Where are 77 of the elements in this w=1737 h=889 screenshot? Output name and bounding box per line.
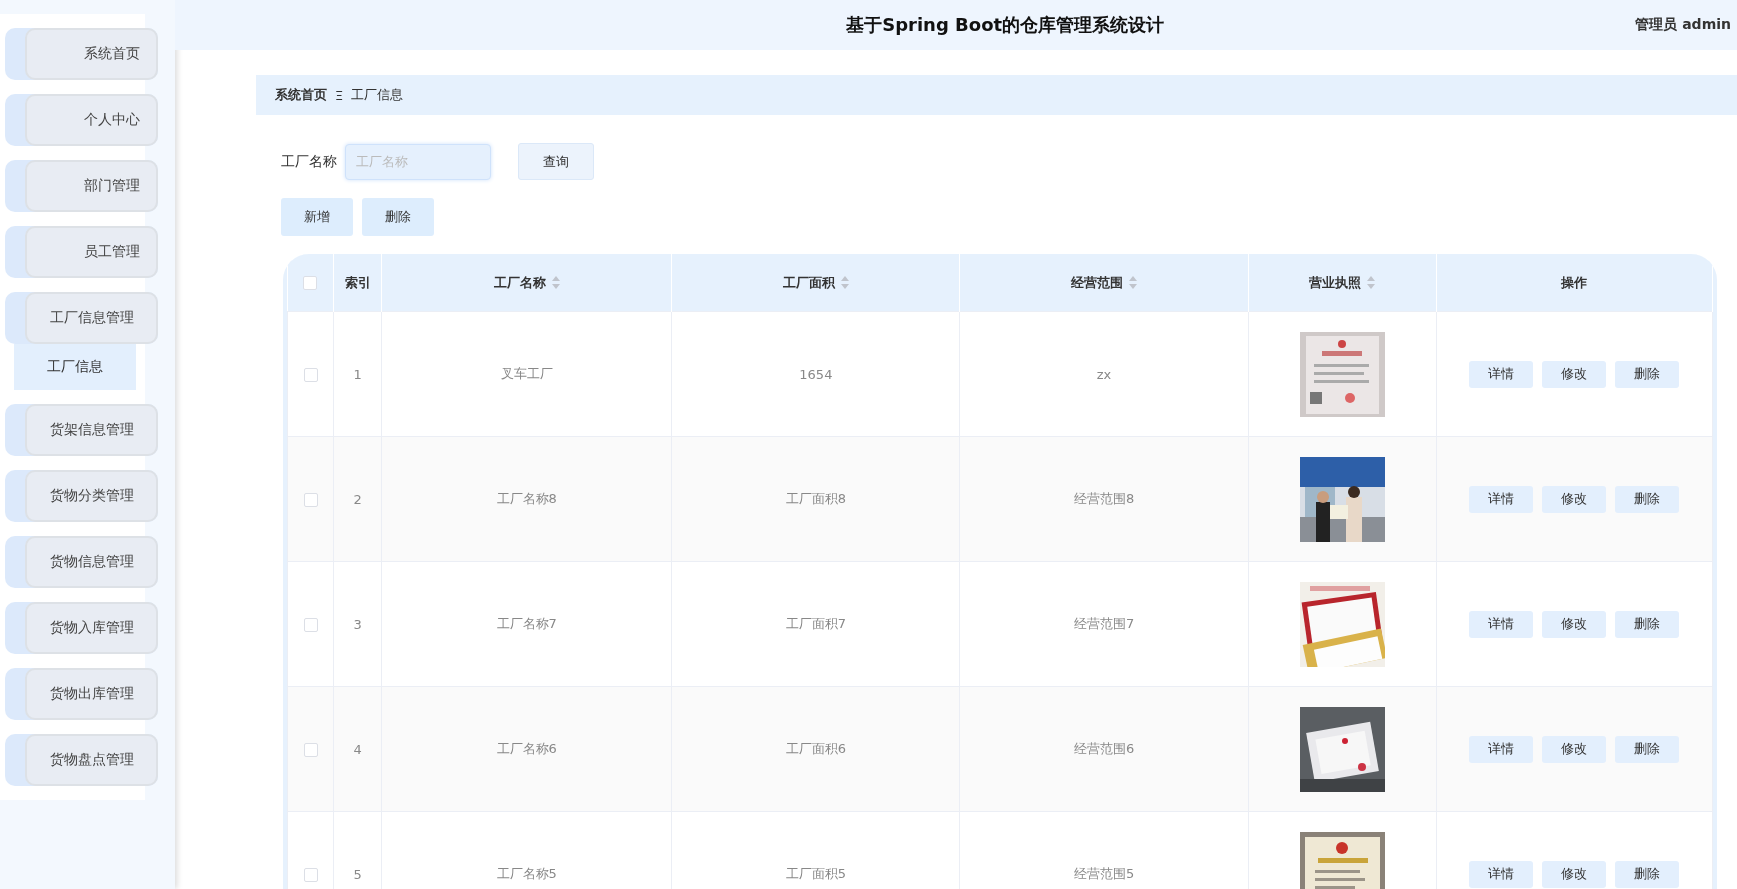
action-button[interactable]: 删除 — [1615, 485, 1680, 513]
column-header: 工厂面积 — [782, 273, 835, 292]
action-button[interactable]: 详情 — [1469, 360, 1534, 388]
column-header-cell[interactable]: 营业执照 — [1248, 254, 1437, 312]
sidebar-item[interactable]: 货物盘点管理 — [5, 734, 158, 786]
search-label: 工厂名称 — [281, 152, 337, 171]
table-cell: 叉车工厂 — [500, 366, 553, 381]
toolbar-button[interactable]: 删除 — [362, 198, 434, 236]
table-cell: 经营范围5 — [1073, 866, 1135, 881]
table-cell: 工厂面积7 — [785, 616, 846, 631]
table-cell: 1 — [353, 366, 362, 382]
action-button[interactable]: 修改 — [1542, 360, 1607, 388]
column-header: 索引 — [344, 273, 371, 292]
sidebar-item[interactable]: 工厂信息管理 — [5, 292, 158, 344]
action-button[interactable]: 详情 — [1469, 485, 1534, 513]
breadcrumb-separator: Ξ — [335, 87, 344, 103]
table-cell: 工厂面积5 — [785, 866, 846, 881]
checkbox[interactable] — [303, 367, 318, 382]
table-cell: 工厂名称6 — [496, 741, 557, 756]
sidebar-item[interactable]: 货物信息管理 — [5, 536, 158, 588]
table-cell: 工厂面积8 — [785, 491, 846, 506]
action-button[interactable]: 修改 — [1542, 610, 1607, 638]
table-cell: 工厂名称7 — [496, 616, 557, 631]
sidebar-subitem[interactable]: 工厂信息 — [14, 344, 136, 390]
checkbox[interactable] — [303, 492, 318, 507]
table-cell: 3 — [353, 616, 362, 632]
column-header-cell[interactable]: 经营范围 — [959, 254, 1249, 312]
table-cell: 经营范围6 — [1073, 741, 1135, 756]
checkbox[interactable] — [303, 742, 318, 757]
column-header: 营业执照 — [1309, 273, 1362, 292]
column-header: 经营范围 — [1071, 273, 1124, 292]
action-button[interactable]: 删除 — [1615, 735, 1680, 763]
sort-icon[interactable] — [1129, 276, 1138, 289]
table-cell: 工厂名称5 — [496, 866, 557, 881]
sidebar-item[interactable]: 部门管理 — [5, 160, 158, 212]
action-button[interactable]: 修改 — [1542, 485, 1607, 513]
table-cell: zx — [1096, 366, 1112, 382]
action-button[interactable]: 删除 — [1615, 360, 1680, 388]
table-cell: 工厂面积6 — [785, 741, 846, 756]
table-cell: 4 — [353, 741, 362, 757]
column-header: 工厂名称 — [493, 273, 546, 292]
checkbox[interactable] — [303, 617, 318, 632]
sidebar-item[interactable]: 货架信息管理 — [5, 404, 158, 456]
table-cell: 经营范围8 — [1073, 491, 1135, 506]
sidebar-item[interactable]: 员工管理 — [5, 226, 158, 278]
query-button[interactable]: 查询 — [518, 143, 594, 180]
action-button[interactable]: 删除 — [1615, 610, 1680, 638]
column-header: 操作 — [1561, 273, 1588, 292]
sort-icon[interactable] — [840, 276, 849, 289]
sidebar-item[interactable]: 货物入库管理 — [5, 602, 158, 654]
search-field[interactable]: 工厂名称 — [345, 143, 491, 180]
action-button[interactable]: 详情 — [1469, 860, 1534, 888]
table-cell: 经营范围7 — [1073, 616, 1135, 631]
sort-icon[interactable] — [1367, 276, 1376, 289]
sidebar-item[interactable]: 个人中心 — [5, 94, 158, 146]
action-button[interactable]: 修改 — [1542, 860, 1607, 888]
action-button[interactable]: 修改 — [1542, 735, 1607, 763]
toolbar-button[interactable]: 新增 — [281, 198, 353, 236]
table-cell: 5 — [353, 866, 362, 882]
column-header-cell[interactable]: 工厂名称 — [381, 254, 672, 312]
sidebar-item[interactable]: 系统首页 — [5, 28, 158, 80]
sidebar-item[interactable]: 货物出库管理 — [5, 668, 158, 720]
table-cell: 2 — [353, 491, 362, 507]
sidebar-item[interactable]: 货物分类管理 — [5, 470, 158, 522]
system-title: 基于Spring Boot的仓库管理系统设计 — [845, 13, 1166, 37]
checkbox[interactable] — [303, 276, 318, 291]
column-header-cell[interactable]: 工厂面积 — [671, 254, 960, 312]
action-button[interactable]: 删除 — [1615, 860, 1680, 888]
table-cell: 1654 — [799, 366, 833, 382]
table-cell: 工厂名称8 — [496, 491, 557, 506]
breadcrumb-link[interactable]: 工厂信息 — [351, 86, 404, 104]
breadcrumb-link[interactable]: 系统首页 — [275, 86, 327, 104]
user-label: 管理员 admin — [1635, 16, 1732, 34]
action-button[interactable]: 详情 — [1469, 610, 1534, 638]
action-button[interactable]: 详情 — [1469, 735, 1534, 763]
checkbox[interactable] — [303, 867, 318, 882]
sort-icon[interactable] — [551, 276, 560, 289]
